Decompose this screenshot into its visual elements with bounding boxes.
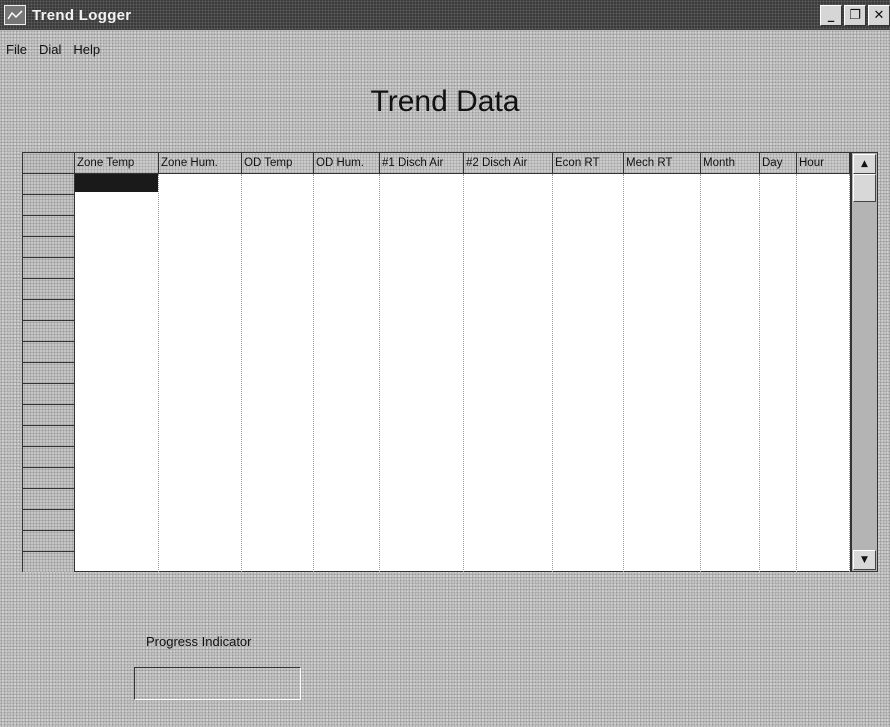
column-gridline: [379, 174, 380, 572]
column-header[interactable]: OD Hum.: [314, 153, 380, 173]
close-icon: ✕: [873, 8, 885, 23]
column-header[interactable]: #1 Disch Air: [380, 153, 464, 173]
menu-help[interactable]: Help: [73, 42, 100, 57]
row-header[interactable]: [23, 552, 74, 572]
row-header[interactable]: [23, 405, 74, 426]
column-header[interactable]: Hour: [797, 153, 850, 173]
row-header[interactable]: [23, 468, 74, 489]
progress-label: Progress Indicator: [146, 634, 252, 649]
minimize-button[interactable]: _: [820, 5, 842, 26]
close-button[interactable]: ✕: [868, 5, 890, 26]
column-gridline: [849, 174, 850, 572]
column-header[interactable]: Zone Temp: [75, 153, 159, 173]
row-header[interactable]: [23, 258, 74, 279]
maximize-icon: ❐: [849, 8, 861, 23]
chart-icon: [7, 10, 23, 20]
column-gridline: [796, 174, 797, 572]
row-header[interactable]: [23, 321, 74, 342]
page-title: Trend Data: [370, 85, 520, 118]
grid-corner-cell[interactable]: [23, 153, 75, 173]
row-header[interactable]: [23, 447, 74, 468]
grid-cells-area[interactable]: [75, 174, 850, 572]
trend-data-grid[interactable]: Zone Temp Zone Hum. OD Temp OD Hum. #1 Disch…: [22, 152, 851, 572]
window-title: Trend Logger: [32, 6, 132, 24]
column-header[interactable]: OD Temp: [242, 153, 314, 173]
column-gridline: [623, 174, 624, 572]
column-gridline: [158, 174, 159, 572]
column-gridline: [759, 174, 760, 572]
row-header[interactable]: [23, 384, 74, 405]
scroll-down-button[interactable]: ▼: [853, 550, 876, 570]
row-header[interactable]: [23, 216, 74, 237]
vertical-scrollbar[interactable]: ▲ ▼: [851, 152, 878, 572]
column-header[interactable]: Mech RT: [624, 153, 701, 173]
column-gridline: [552, 174, 553, 572]
title-bar[interactable]: Trend Logger _ ❐ ✕: [0, 0, 890, 30]
column-header[interactable]: Day: [760, 153, 797, 173]
row-header[interactable]: [23, 300, 74, 321]
column-header[interactable]: #2 Disch Air: [464, 153, 553, 173]
row-header[interactable]: [23, 237, 74, 258]
arrow-down-icon: ▼: [861, 555, 868, 565]
row-header[interactable]: [23, 174, 74, 195]
app-icon[interactable]: [4, 5, 26, 25]
row-header[interactable]: [23, 489, 74, 510]
arrow-up-icon: ▲: [861, 159, 868, 169]
selected-cell[interactable]: [75, 174, 158, 192]
progress-indicator: [134, 667, 301, 700]
menu-bar: File Dial Help: [6, 42, 100, 57]
scroll-thumb[interactable]: [853, 174, 876, 202]
column-header[interactable]: Zone Hum.: [159, 153, 242, 173]
row-header-column: [23, 174, 75, 572]
scroll-up-button[interactable]: ▲: [853, 154, 876, 174]
menu-file[interactable]: File: [6, 42, 27, 57]
column-gridline: [700, 174, 701, 572]
minimize-icon: _: [827, 8, 835, 23]
column-gridline: [241, 174, 242, 572]
row-header[interactable]: [23, 342, 74, 363]
row-header[interactable]: [23, 195, 74, 216]
column-header[interactable]: Month: [701, 153, 760, 173]
column-header[interactable]: Econ RT: [553, 153, 624, 173]
row-header[interactable]: [23, 531, 74, 552]
menu-dial[interactable]: Dial: [39, 42, 61, 57]
row-header[interactable]: [23, 279, 74, 300]
column-header-row: Zone Temp Zone Hum. OD Temp OD Hum. #1 Disch…: [23, 153, 850, 174]
row-header[interactable]: [23, 363, 74, 384]
row-header[interactable]: [23, 510, 74, 531]
maximize-button[interactable]: ❐: [844, 5, 866, 26]
row-header[interactable]: [23, 426, 74, 447]
column-gridline: [313, 174, 314, 572]
column-gridline: [463, 174, 464, 572]
